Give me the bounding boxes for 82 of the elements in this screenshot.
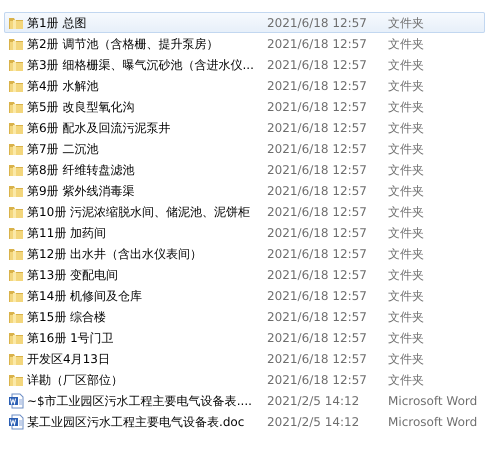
file-name: 第10册 污泥浓缩脱水间、储泥池、泥饼柜 [27, 204, 252, 220]
file-name: 第12册 出水井（含出水仪表间） [27, 246, 204, 262]
file-row[interactable]: ~$市工业园区污水工程主要电气设备表.... 2021/2/5 14:12 Microsoft Word [4, 390, 485, 411]
file-row[interactable]: 第5册 改良型氧化沟 2021/6/18 12:57 文件夹 [4, 96, 485, 117]
document-icon [8, 414, 24, 430]
file-type: 文件夹 [388, 14, 424, 32]
file-type: 文件夹 [388, 36, 424, 52]
file-name: 第14册 机修间及仓库 [27, 288, 144, 304]
file-type: 文件夹 [388, 140, 424, 158]
file-type: Microsoft Word [388, 414, 478, 430]
file-row[interactable]: 第11册 加药间 2021/6/18 12:57 文件夹 [4, 222, 485, 243]
file-name: 第7册 二沉池 [27, 140, 100, 158]
modified-date: 2021/6/18 12:57 [267, 330, 368, 346]
file-row[interactable]: 第10册 污泥浓缩脱水间、储泥池、泥饼柜 2021/6/18 12:57 文件夹 [4, 201, 485, 222]
file-type: 文件夹 [388, 350, 424, 368]
file-type: 文件夹 [388, 98, 424, 116]
modified-date: 2021/6/18 12:57 [267, 120, 368, 136]
modified-date: 2021/2/5 14:12 [267, 414, 360, 430]
file-row[interactable]: 第7册 二沉池 2021/6/18 12:57 文件夹 [4, 138, 485, 159]
file-name: 第1册 总图 [27, 14, 88, 32]
modified-date: 2021/6/18 12:57 [267, 36, 368, 52]
file-name: 某工业园区污水工程主要电气设备表.doc [27, 414, 246, 430]
file-row[interactable]: 第1册 总图 2021/6/18 12:57 文件夹 [4, 12, 485, 33]
modified-date: 2021/6/18 12:57 [267, 308, 368, 326]
file-row[interactable]: 第8册 纤维转盘滤池 2021/6/18 12:57 文件夹 [4, 159, 485, 180]
modified-date: 2021/6/18 12:57 [267, 14, 368, 32]
file-name: 第9册 紫外线消毒渠 [27, 182, 136, 200]
file-row[interactable]: 第13册 变配电间 2021/6/18 12:57 文件夹 [4, 264, 485, 285]
file-name: 开发区4月13日 [27, 350, 111, 368]
modified-date: 2021/6/18 12:57 [267, 204, 368, 220]
file-row[interactable]: 第4册 水解池 2021/6/18 12:57 文件夹 [4, 75, 485, 96]
modified-date: 2021/6/18 12:57 [267, 288, 368, 304]
document-icon [8, 392, 24, 408]
modified-date: 2021/6/18 12:57 [267, 224, 368, 242]
file-name: 第2册 调节池（含格栅、提升泵房） [27, 36, 220, 52]
modified-date: 2021/6/18 12:57 [267, 350, 368, 368]
file-type: 文件夹 [388, 288, 424, 304]
modified-date: 2021/6/18 12:57 [267, 98, 368, 116]
file-name: 第13册 变配电间 [27, 266, 120, 284]
file-name: 第16册 1号门卫 [27, 330, 115, 346]
file-type: 文件夹 [388, 224, 424, 242]
modified-date: 2021/6/18 12:57 [267, 78, 368, 94]
file-name: 第5册 改良型氧化沟 [27, 98, 136, 116]
file-row[interactable]: 详勘（厂区部位） 2021/6/18 12:57 文件夹 [4, 369, 485, 390]
file-row[interactable]: 开发区4月13日 2021/6/18 12:57 文件夹 [4, 348, 485, 369]
file-type: 文件夹 [388, 330, 424, 346]
modified-date: 2021/6/18 12:57 [267, 56, 368, 74]
file-row[interactable]: 某工业园区污水工程主要电气设备表.doc 2021/2/5 14:12 Microsoft Word [4, 411, 485, 432]
file-name: 详勘（厂区部位） [27, 372, 124, 388]
file-name: 第8册 纤维转盘滤池 [27, 162, 136, 178]
file-type: 文件夹 [388, 372, 424, 388]
modified-date: 2021/6/18 12:57 [267, 140, 368, 158]
file-name: 第15册 综合楼 [27, 308, 108, 326]
file-name: ~$市工业园区污水工程主要电气设备表.... [27, 392, 253, 410]
modified-date: 2021/6/18 12:57 [267, 266, 368, 284]
file-row[interactable]: 第2册 调节池（含格栅、提升泵房） 2021/6/18 12:57 文件夹 [4, 33, 485, 54]
file-type: 文件夹 [388, 266, 424, 284]
file-type: 文件夹 [388, 204, 424, 220]
file-name: 第11册 加药间 [27, 224, 108, 242]
file-name: 第6册 配水及回流污泥泵井 [27, 120, 172, 136]
file-row[interactable]: 第6册 配水及回流污泥泵井 2021/6/18 12:57 文件夹 [4, 117, 485, 138]
file-row[interactable]: 第14册 机修间及仓库 2021/6/18 12:57 文件夹 [4, 285, 485, 306]
file-row[interactable]: 第3册 细格栅渠、曝气沉砂池（含进水仪... 2021/6/18 12:57 文件夹 [4, 54, 485, 75]
file-row[interactable]: 第16册 1号门卫 2021/6/18 12:57 文件夹 [4, 327, 485, 348]
file-type: 文件夹 [388, 56, 424, 74]
file-row[interactable]: 第15册 综合楼 2021/6/18 12:57 文件夹 [4, 306, 485, 327]
modified-date: 2021/6/18 12:57 [267, 162, 368, 178]
file-type: 文件夹 [388, 182, 424, 200]
file-name: 第4册 水解池 [27, 78, 100, 94]
file-row[interactable]: 第9册 紫外线消毒渠 2021/6/18 12:57 文件夹 [4, 180, 485, 201]
modified-date: 2021/2/5 14:12 [267, 392, 360, 410]
file-type: Microsoft Word [388, 392, 478, 410]
file-type: 文件夹 [388, 246, 424, 262]
file-type: 文件夹 [388, 162, 424, 178]
file-row[interactable]: 第12册 出水井（含出水仪表间） 2021/6/18 12:57 文件夹 [4, 243, 485, 264]
modified-date: 2021/6/18 12:57 [267, 372, 368, 388]
file-type: 文件夹 [388, 308, 424, 326]
file-name: 第3册 细格栅渠、曝气沉砂池（含进水仪... [27, 56, 255, 74]
modified-date: 2021/6/18 12:57 [267, 246, 368, 262]
file-type: 文件夹 [388, 120, 424, 136]
file-type: 文件夹 [388, 78, 424, 94]
modified-date: 2021/6/18 12:57 [267, 182, 368, 200]
